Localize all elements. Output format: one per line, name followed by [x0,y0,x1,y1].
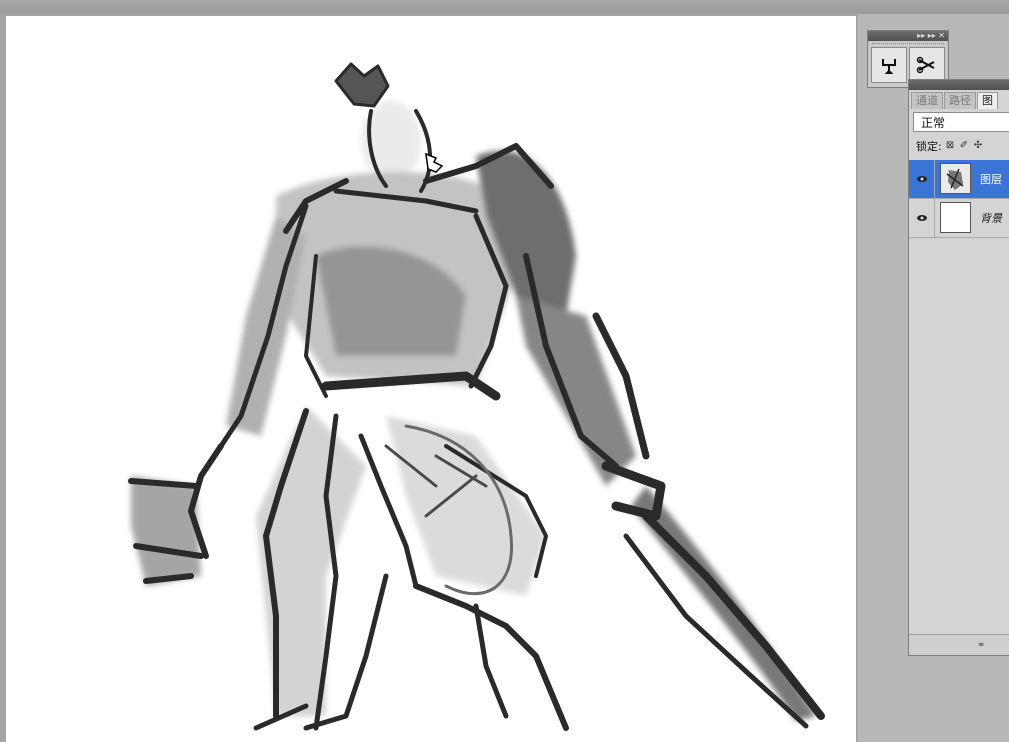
scissors-tool-icon[interactable] [909,47,945,83]
link-icon[interactable]: ⚭ [977,640,985,651]
layer-name[interactable]: 背景 [980,210,1002,226]
lock-label: 锁定: [916,140,942,153]
layers-panel-tabs: 通道 路径 图 [909,92,1009,109]
lock-move-icon[interactable]: ✣ [974,141,984,151]
layer-name[interactable]: 图层 [980,171,1002,187]
layers-footer: ⚭ [909,634,1009,655]
brush-cursor-icon [425,152,444,173]
tab-channels[interactable]: 通道 [911,92,943,109]
lock-brush-icon[interactable]: ✐ [960,141,970,151]
layers-panel-titlebar[interactable] [909,80,1009,90]
eye-icon[interactable] [915,210,929,224]
blend-mode-select[interactable]: 正常 [913,112,1009,132]
eye-icon[interactable] [915,171,929,185]
canvas[interactable] [6,16,856,742]
layer-row[interactable]: 背景 [909,199,1009,238]
layer-thumbnail [940,163,971,194]
mini-panel-titlebar[interactable]: ▸▸ ▸▸ ✕ [868,31,948,41]
lock-row: 锁定: ⊠ ✐ ✣ [916,138,984,154]
tab-layers[interactable]: 图 [977,92,998,109]
document-window [0,14,858,742]
tab-paths[interactable]: 路径 [944,92,976,109]
usb-like-tool-icon[interactable] [871,47,907,83]
top-strip [0,0,1009,14]
warrior-sketch [128,62,825,731]
layers-panel: 通道 路径 图 正常 锁定: ⊠ ✐ ✣ 图层 背景 ⚭ [908,79,1009,656]
layer-thumbnail [940,202,971,233]
lock-transparent-icon[interactable]: ⊠ [946,141,956,151]
layer-row[interactable]: 图层 [909,160,1009,199]
